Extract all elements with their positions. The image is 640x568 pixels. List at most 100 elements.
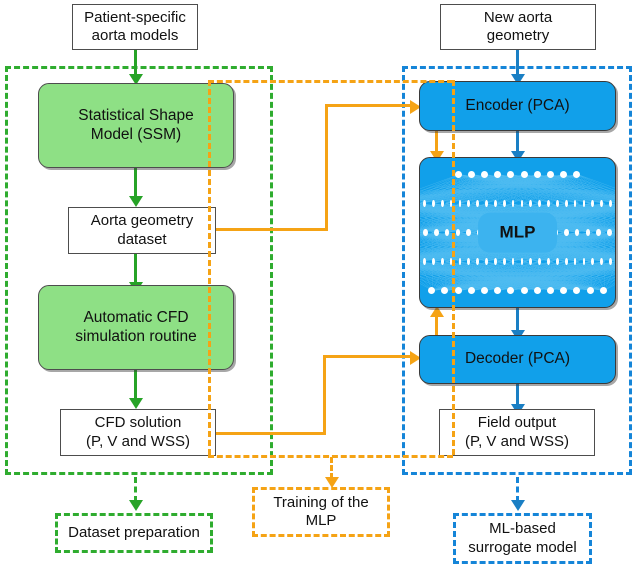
mlp-node bbox=[609, 200, 612, 207]
mlp-node bbox=[458, 258, 462, 265]
legend-training-of-the-mlp: Training of the MLP bbox=[252, 487, 390, 537]
route-decoder-to-mlp bbox=[435, 316, 438, 335]
mlp-node bbox=[467, 171, 475, 178]
mlp-node bbox=[507, 171, 515, 178]
mlp-node bbox=[476, 258, 479, 265]
box-patient-specific-aorta-models: Patient-specific aorta models bbox=[72, 4, 198, 50]
mlp-node bbox=[607, 229, 612, 236]
mlp-node bbox=[538, 200, 541, 207]
mlp-node bbox=[520, 287, 528, 294]
mlp-node bbox=[586, 287, 594, 294]
mlp-layer-row-0 bbox=[420, 171, 615, 178]
mlp-label: MLP bbox=[477, 212, 558, 253]
arrowhead-cfd-to-solution bbox=[128, 398, 143, 409]
mlp-node bbox=[574, 229, 580, 236]
box-new-aorta-geometry: New aorta geometry bbox=[440, 4, 596, 50]
mlp-node bbox=[560, 171, 568, 178]
arrowhead-ssm-to-dataset bbox=[128, 196, 143, 207]
mlp-node bbox=[440, 258, 444, 265]
mlp-node bbox=[596, 229, 602, 236]
mlp-node bbox=[467, 258, 471, 265]
mlp-node bbox=[600, 258, 603, 265]
mlp-node bbox=[520, 200, 524, 207]
mlp-node bbox=[582, 258, 586, 265]
diagram-canvas: Patient-specific aorta models Statistica… bbox=[0, 0, 640, 568]
mlp-node bbox=[507, 287, 515, 294]
mlp-node bbox=[547, 200, 550, 207]
mlp-layer-row-1 bbox=[420, 200, 615, 207]
mlp-node bbox=[454, 171, 462, 178]
mlp-node bbox=[440, 200, 444, 207]
mlp-node bbox=[485, 258, 488, 265]
connector-region-to-dataset-legend bbox=[134, 477, 137, 502]
mlp-node bbox=[494, 171, 502, 178]
mlp-node bbox=[529, 200, 533, 207]
mlp-node bbox=[556, 200, 559, 207]
mlp-node bbox=[502, 258, 506, 265]
mlp-node bbox=[481, 171, 489, 178]
mlp-node bbox=[546, 171, 554, 178]
mlp-node bbox=[564, 258, 568, 265]
mlp-node bbox=[585, 229, 591, 236]
mlp-node bbox=[511, 258, 515, 265]
orange-region-right bbox=[452, 80, 455, 455]
mlp-node bbox=[533, 171, 541, 178]
mlp-node bbox=[467, 287, 475, 294]
mlp-node bbox=[467, 200, 471, 207]
box-field-output: Field output (P, V and WSS) bbox=[439, 409, 595, 456]
mlp-node bbox=[533, 287, 541, 294]
mlp-node bbox=[582, 200, 586, 207]
mlp-node bbox=[494, 287, 502, 294]
mlp-node bbox=[560, 287, 568, 294]
orange-region-bottom bbox=[208, 455, 453, 458]
connector-ssm-to-dataset bbox=[134, 168, 137, 198]
box-statistical-shape-model: Statistical Shape Model (SSM) bbox=[38, 83, 234, 168]
mlp-node bbox=[600, 200, 603, 207]
route-cfd-to-decoder-h2 bbox=[323, 355, 413, 358]
mlp-node bbox=[529, 258, 533, 265]
box-automatic-cfd-simulation-routine: Automatic CFD simulation routine bbox=[38, 285, 234, 370]
box-cfd-solution: CFD solution (P, V and WSS) bbox=[60, 409, 216, 456]
mlp-node bbox=[511, 200, 515, 207]
route-cfd-to-decoder-v bbox=[323, 355, 326, 435]
legend-dataset-preparation: Dataset preparation bbox=[55, 513, 213, 553]
mlp-node bbox=[444, 229, 450, 236]
mlp-node bbox=[573, 171, 581, 178]
mlp-node bbox=[538, 258, 541, 265]
mlp-node bbox=[476, 200, 479, 207]
box-mlp: MLP bbox=[419, 157, 616, 308]
connector-cfd-to-solution bbox=[134, 370, 137, 400]
route-dataset-to-encoder-h2 bbox=[325, 104, 413, 107]
mlp-node bbox=[494, 200, 497, 207]
mlp-node bbox=[546, 287, 554, 294]
connector-decoder-to-output bbox=[516, 384, 519, 406]
connector-newgeom-to-encoder bbox=[516, 50, 519, 76]
mlp-node bbox=[563, 229, 569, 236]
mlp-node bbox=[455, 229, 461, 236]
mlp-node bbox=[428, 287, 436, 294]
arrowhead-dataset-legend bbox=[128, 500, 143, 511]
mlp-node bbox=[564, 200, 568, 207]
connector-encoder-to-mlp bbox=[516, 131, 519, 153]
mlp-node bbox=[454, 287, 462, 294]
orange-region-top bbox=[208, 80, 453, 83]
connector-patient-to-ssm bbox=[134, 50, 137, 76]
mlp-node bbox=[556, 258, 559, 265]
route-cfd-to-decoder-h1 bbox=[216, 432, 326, 435]
mlp-node bbox=[458, 200, 462, 207]
box-decoder-pca: Decoder (PCA) bbox=[419, 335, 616, 384]
mlp-node bbox=[432, 200, 435, 207]
box-encoder-pca: Encoder (PCA) bbox=[419, 81, 616, 131]
mlp-node bbox=[547, 258, 550, 265]
arrowhead-surrogate-legend bbox=[510, 500, 525, 511]
mlp-node bbox=[423, 229, 428, 236]
mlp-node bbox=[423, 258, 426, 265]
connector-region-to-surrogate-legend bbox=[516, 477, 519, 502]
mlp-node bbox=[573, 200, 577, 207]
orange-region-left bbox=[208, 80, 211, 455]
mlp-node bbox=[573, 287, 581, 294]
mlp-layer-row-4 bbox=[420, 287, 615, 294]
mlp-node bbox=[609, 258, 612, 265]
mlp-node bbox=[432, 258, 435, 265]
mlp-node bbox=[599, 287, 607, 294]
